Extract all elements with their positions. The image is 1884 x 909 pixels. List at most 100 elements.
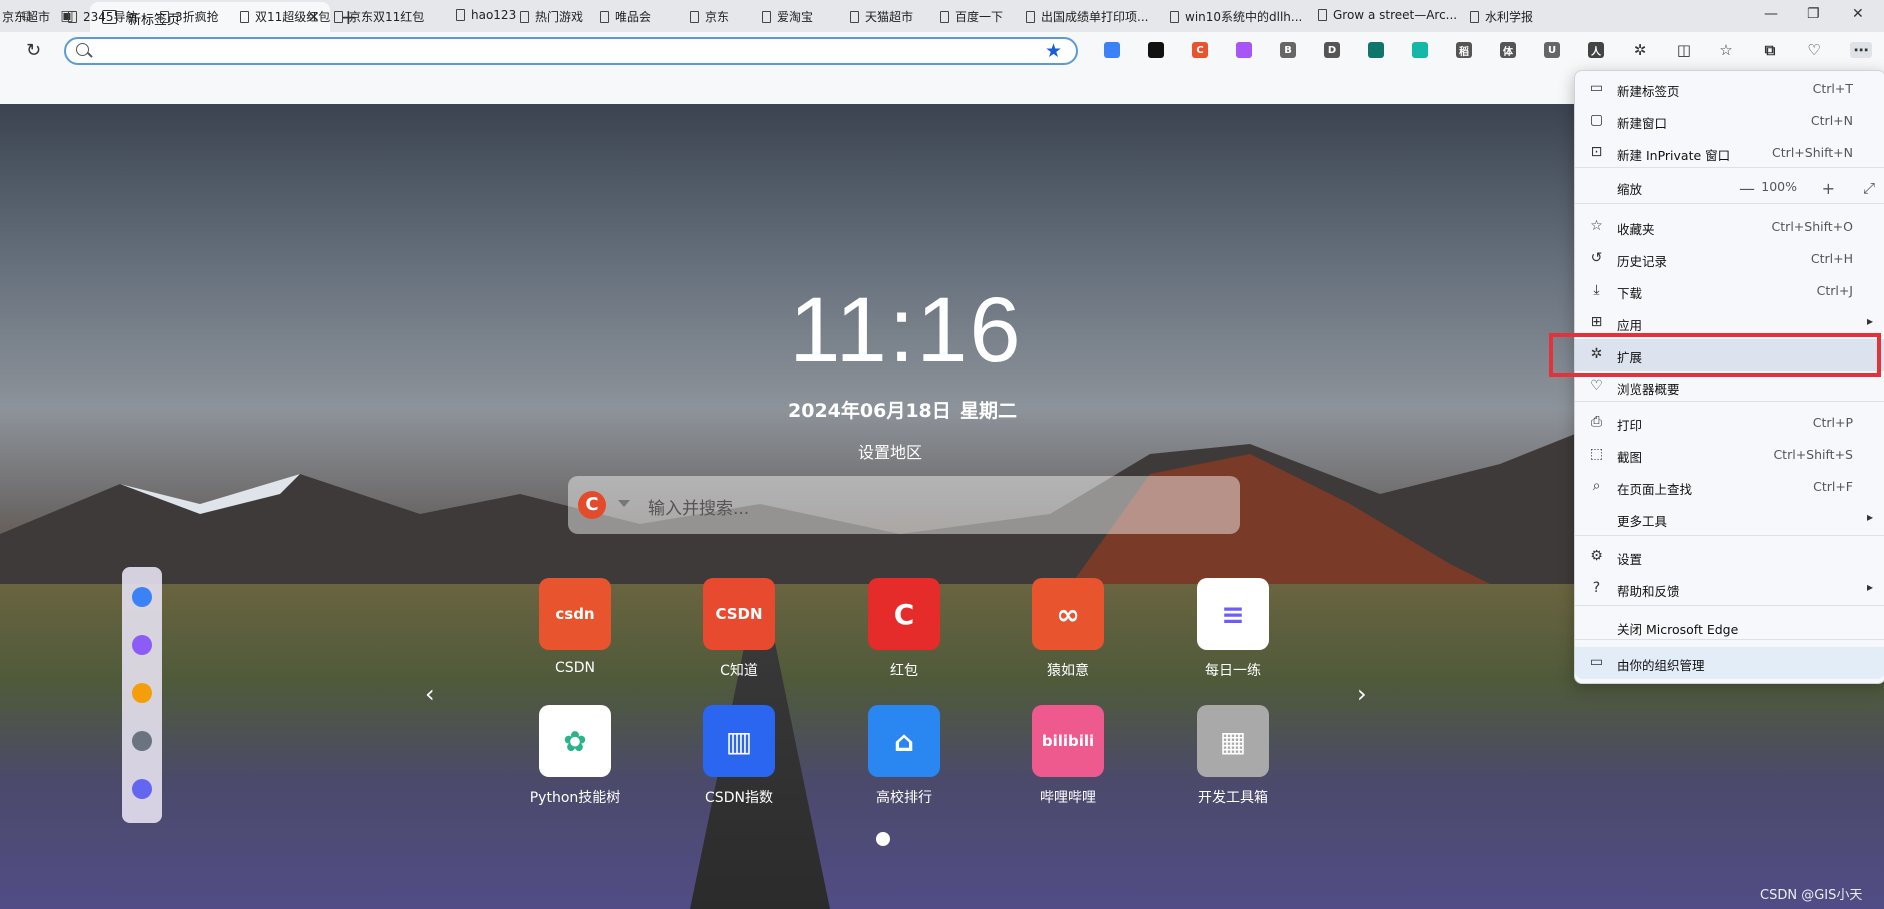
extension-icon[interactable] — [1236, 42, 1252, 58]
zoom-in-icon[interactable]: + — [1822, 179, 1835, 198]
shortcut-label[interactable]: 哔哩哔哩 — [1003, 787, 1133, 807]
extension-icon[interactable]: B — [1280, 42, 1296, 58]
favorites-icon[interactable]: ☆ — [1718, 41, 1734, 59]
annotation-highlight-box — [1549, 333, 1881, 377]
toolbox-icon[interactable]: ▦ — [1197, 705, 1269, 777]
menu-item[interactable]: ⎙ 打印 Ctrl+P — [1575, 407, 1884, 439]
fullscreen-icon[interactable]: ⤢ — [1863, 179, 1875, 197]
school-icon[interactable]: ⌂ — [868, 705, 940, 777]
extension-icon[interactable] — [1148, 42, 1164, 58]
menu-item[interactable]: 更多工具 ▸ — [1575, 503, 1884, 535]
search-engine-logo[interactable]: C — [578, 491, 606, 519]
chevron-right-icon: ▸ — [1866, 580, 1873, 594]
bookmark-item[interactable]: 京东双11红包 — [334, 8, 424, 25]
menu-item-label: 关闭 Microsoft Edge — [1617, 622, 1739, 637]
menu-item[interactable]: ▢ 新建窗口 Ctrl+N — [1575, 105, 1884, 137]
minimize-button[interactable]: — — [1764, 6, 1778, 22]
robot-icon[interactable]: CSDN — [703, 578, 775, 650]
maximize-button[interactable]: ❐ — [1807, 6, 1820, 22]
menu-item[interactable]: ? 帮助和反馈 ▸ — [1575, 573, 1884, 605]
page-indicator-dot[interactable] — [876, 832, 890, 846]
extension-icon[interactable] — [1412, 42, 1428, 58]
next-page-arrow[interactable]: › — [1357, 680, 1367, 708]
settings-more-button[interactable]: ⋯ — [1850, 41, 1872, 59]
menu-item[interactable]: ☆ 收藏夹 Ctrl+Shift+O — [1575, 211, 1884, 243]
menu-item[interactable]: ⌕ 在页面上查找 Ctrl+F — [1575, 471, 1884, 503]
bookmark-item[interactable]: 3折疯抢 — [160, 8, 219, 25]
bookmark-item[interactable]: 热门游戏 — [520, 8, 583, 25]
apps-grid-icon[interactable] — [132, 779, 152, 799]
bookmark-item[interactable]: 2345导航 — [68, 8, 138, 25]
search-input[interactable]: 输入并搜索... — [648, 494, 749, 519]
tree-icon[interactable]: ✿ — [539, 705, 611, 777]
shortcut-label[interactable]: Python技能树 — [510, 787, 640, 807]
zoom-out-icon[interactable]: — — [1739, 179, 1755, 198]
bilibili-icon[interactable]: bilibili — [1032, 705, 1104, 777]
prev-page-arrow[interactable]: ‹ — [425, 680, 435, 708]
bookmark-item[interactable]: 爱淘宝 — [762, 8, 813, 25]
chart-icon[interactable]: ▥ — [703, 705, 775, 777]
extensions-puzzle-icon[interactable]: ✲ — [1632, 41, 1648, 59]
csdn-icon[interactable]: csdn — [539, 578, 611, 650]
robot-icon[interactable] — [132, 731, 152, 751]
shortcut-label[interactable]: C知道 — [674, 660, 804, 680]
menu-item[interactable]: ↺ 历史记录 Ctrl+H — [1575, 243, 1884, 275]
bookmark-item[interactable]: win10系统中的dllh... — [1170, 8, 1302, 25]
shortcut-label[interactable]: 开发工具箱 — [1168, 787, 1298, 807]
bookmark-item[interactable]: 百度一下 — [940, 8, 1003, 25]
shortcut-label[interactable]: CSDN — [510, 660, 640, 676]
newtab-search-box[interactable]: C 输入并搜索... — [568, 476, 1240, 534]
coupon-icon[interactable] — [132, 683, 152, 703]
menu-item[interactable]: 关闭 Microsoft Edge — [1575, 611, 1884, 643]
extension-icon[interactable]: 人 — [1588, 42, 1604, 58]
bookmark-item[interactable]: 双11超级红包 — [240, 8, 330, 25]
yuanruyi-icon[interactable]: ∞ — [1032, 578, 1104, 650]
practice-icon[interactable]: ≡ — [1197, 578, 1269, 650]
planet-icon[interactable] — [132, 635, 152, 655]
bookmark-item[interactable]: Grow a street—Arc... — [1318, 8, 1457, 22]
extension-icon[interactable]: 体 — [1500, 42, 1516, 58]
bookmark-item[interactable]: 天猫超市 — [850, 8, 913, 25]
address-bar[interactable]: ★ — [64, 37, 1078, 65]
shortcut-label[interactable]: 红包 — [839, 660, 969, 680]
bookmark-item[interactable]: 出国成绩单打印项... — [1026, 8, 1148, 25]
menu-item[interactable]: ⤓ 下载 Ctrl+J — [1575, 275, 1884, 307]
split-screen-icon[interactable]: ◫ — [1676, 41, 1692, 59]
bookmark-item[interactable]: 京东 — [690, 8, 729, 25]
bookmark-doc-icon — [456, 9, 465, 21]
extension-icon[interactable] — [1368, 42, 1384, 58]
bookmark-doc-icon — [240, 10, 249, 23]
redpacket-icon[interactable]: C — [868, 578, 940, 650]
menu-item[interactable]: ▭ 新建标签页 Ctrl+T — [1575, 73, 1884, 105]
menu-item-label: 帮助和反馈 — [1617, 584, 1680, 599]
menu-item[interactable]: 缩放 — 100% + ⤢ — [1575, 171, 1884, 203]
close-window-button[interactable]: ✕ — [1852, 6, 1864, 22]
bookmark-item[interactable]: 水利学报 — [1470, 8, 1533, 25]
shortcut-label[interactable]: 每日一练 — [1168, 660, 1298, 680]
refresh-icon[interactable]: ↻ — [26, 40, 41, 61]
bookmark-item[interactable]: 唯品会 — [600, 8, 651, 25]
bookmark-label: 京东超市 — [2, 10, 51, 24]
extension-icon[interactable]: C — [1192, 42, 1208, 58]
shortcut-label[interactable]: CSDN指数 — [674, 787, 804, 807]
extension-icon[interactable]: 稻 — [1456, 42, 1472, 58]
set-region-link[interactable]: 设置地区 — [858, 439, 922, 463]
shortcut-label[interactable]: 高校排行 — [839, 787, 969, 807]
menu-item[interactable]: ▭ 由你的组织管理 — [1575, 647, 1884, 679]
extension-icon[interactable] — [1104, 42, 1120, 58]
favorite-star-icon[interactable]: ★ — [1045, 40, 1062, 62]
bookmark-label: 水利学报 — [1485, 10, 1534, 24]
rocket-icon[interactable] — [132, 587, 152, 607]
menu-item[interactable]: ⬚ 截图 Ctrl+Shift+S — [1575, 439, 1884, 471]
chevron-down-icon[interactable] — [618, 500, 630, 507]
bookmark-item[interactable]: 京东超市 — [2, 8, 50, 25]
menu-item[interactable]: ⚙ 设置 — [1575, 541, 1884, 573]
shortcut-label[interactable]: 猿如意 — [1003, 660, 1133, 680]
browser-essentials-icon[interactable]: ♡ — [1806, 41, 1822, 59]
collections-icon[interactable]: ⧉ — [1762, 41, 1778, 59]
apps-icon: ⊞ — [1590, 314, 1603, 330]
extension-icon[interactable]: U — [1544, 42, 1560, 58]
menu-item[interactable]: ⊡ 新建 InPrivate 窗口 Ctrl+Shift+N — [1575, 137, 1884, 169]
bookmark-item[interactable]: hao123 — [456, 8, 516, 22]
extension-icon[interactable]: D — [1324, 42, 1340, 58]
